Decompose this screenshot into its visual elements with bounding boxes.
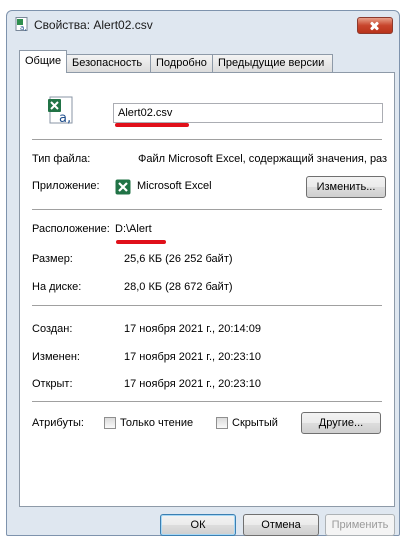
created-value: 17 ноября 2021 г., 20:14:09 [124,323,261,335]
modified-value: 17 ноября 2021 г., 20:23:10 [124,351,261,363]
readonly-checkbox[interactable] [104,417,116,429]
tab-general[interactable]: Общие [19,50,67,73]
disk-size-label: На диске: [32,281,82,293]
readonly-label[interactable]: Только чтение [120,417,193,429]
ok-button[interactable]: ОК [160,514,236,536]
file-type-label: Тип файла: [32,153,91,165]
excel-app-icon [115,179,131,195]
location-value: D:\Alert [115,223,152,235]
tab-strip: Общие Безопасность Подробно Предыдущие в… [19,50,389,73]
hidden-checkbox[interactable] [216,417,228,429]
attributes-label: Атрибуты: [32,417,84,429]
other-attributes-button[interactable]: Другие... [301,412,381,434]
tab-label: Подробно [156,57,207,69]
app-label: Приложение: [32,180,100,192]
size-value: 25,6 КБ (26 252 байт) [124,253,233,265]
tab-label: Предыдущие версии [218,57,325,69]
location-label: Расположение: [32,223,110,235]
window-title: Свойства: Alert02.csv [34,18,153,32]
created-label: Создан: [32,323,73,335]
disk-size-value: 28,0 КБ (28 672 байт) [124,281,233,293]
annotation-underline [115,123,189,127]
apply-button[interactable]: Применить [325,514,395,536]
tab-label: Общие [25,55,62,67]
title-bar[interactable]: a, Свойства: Alert02.csv [7,11,399,37]
properties-dialog: a, Свойства: Alert02.csv Общие Безопасно… [6,10,400,536]
modified-label: Изменен: [32,351,80,363]
tab-label: Безопасность [72,57,143,69]
file-name-input[interactable]: Alert02.csv [113,103,383,123]
opened-value: 17 ноября 2021 г., 20:23:10 [124,378,261,390]
divider [32,401,382,402]
svg-text:a,: a, [20,24,27,31]
divider [32,139,382,140]
divider [32,209,382,210]
hidden-label[interactable]: Скрытый [232,417,278,429]
csv-file-icon: a, [15,17,28,31]
tab-details[interactable]: Подробно [150,54,213,72]
change-button[interactable]: Изменить... [306,176,386,198]
excel-csv-file-icon: a, [48,96,73,125]
divider [32,305,382,306]
app-value: Microsoft Excel [137,180,212,192]
tab-security[interactable]: Безопасность [66,54,151,72]
general-panel: a, Alert02.csv Тип файла: Файл Microsoft… [19,72,395,507]
svg-text:a,: a, [59,111,71,125]
cancel-button[interactable]: Отмена [243,514,319,536]
file-type-value: Файл Microsoft Excel, содержащий значени… [138,153,388,165]
annotation-underline [116,240,166,244]
size-label: Размер: [32,253,73,265]
opened-label: Открыт: [32,378,73,390]
tab-previous-versions[interactable]: Предыдущие версии [212,54,333,72]
close-button[interactable] [357,17,393,34]
